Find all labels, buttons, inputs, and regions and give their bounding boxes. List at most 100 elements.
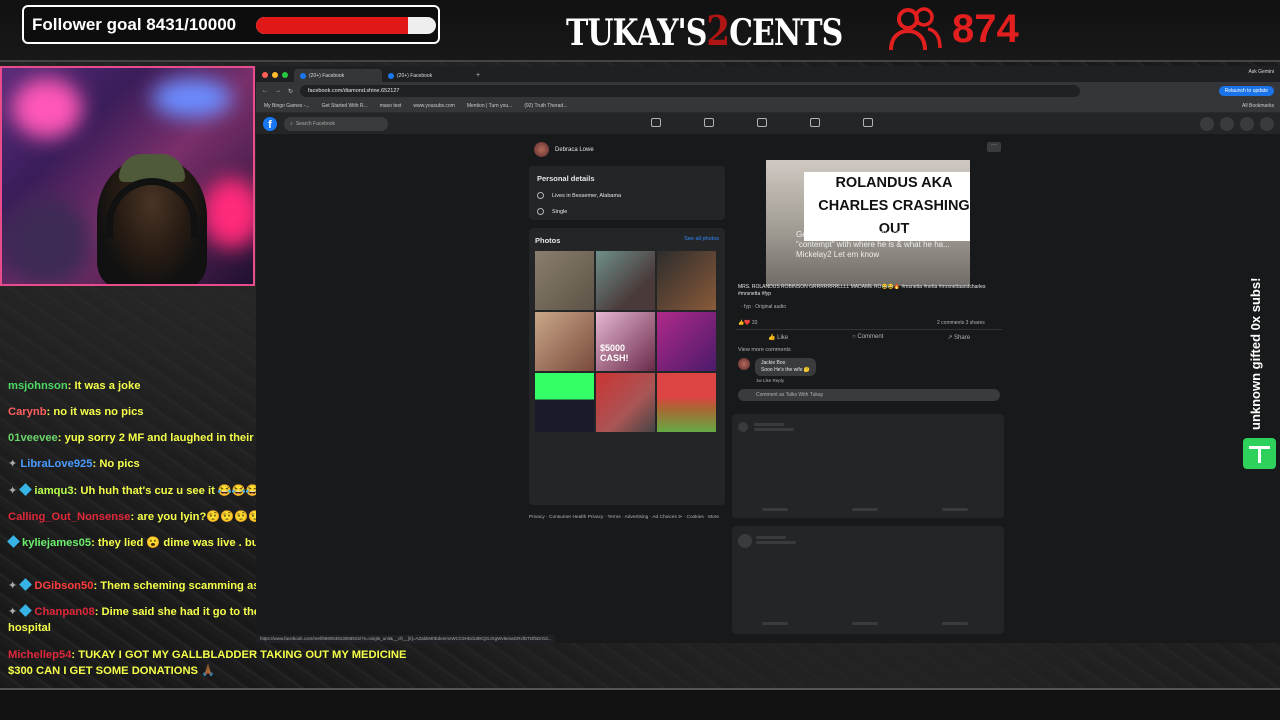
messenger-icon[interactable] xyxy=(1220,117,1234,131)
bookmark-item[interactable]: My Bingo Games -... xyxy=(264,103,310,109)
new-tab-button[interactable]: + xyxy=(470,72,486,82)
reel-video[interactable]: ROLANDUS AKA CHARLES CRASHING OUT Genia … xyxy=(766,160,970,286)
bookmark-item[interactable]: Get Started With R... xyxy=(322,103,368,109)
profile-name-row[interactable]: Debraca Lowe xyxy=(534,142,594,157)
profile-name: Debraca Lowe xyxy=(555,146,594,153)
gifted-subs-text: unknown gifted 0x subs! xyxy=(1248,277,1263,430)
megaphone-icon[interactable] xyxy=(810,118,820,127)
relaunch-button[interactable]: Relaunch to update xyxy=(1218,86,1274,96)
stream-top-bar: Follower goal 8431/10000 TUKAY'S2CENTS 8… xyxy=(0,0,1280,62)
photo-thumbnail[interactable]: $5000 CASH! xyxy=(596,312,655,371)
gaming-icon[interactable] xyxy=(863,118,873,127)
photo-cash-label: $5000 CASH! xyxy=(600,343,629,363)
see-all-photos-link[interactable]: See all photos xyxy=(684,236,719,245)
comment-input[interactable]: Comment as Talks With Tukay xyxy=(738,389,1000,401)
chat-username[interactable]: DGibson50 xyxy=(34,580,93,592)
photos-card: Photos See all photos $5000 CASH! xyxy=(529,228,725,505)
reload-icon[interactable]: ↻ xyxy=(288,88,293,95)
bookmark-item[interactable]: (92) Truth Therad... xyxy=(524,103,567,109)
tab-facebook-2[interactable]: (20+) Facebook xyxy=(382,69,470,82)
chat-username[interactable]: 01veevee xyxy=(8,432,58,444)
url-text: facebook.com/diamond.shine.652127 xyxy=(308,88,400,94)
more-options-button[interactable]: ··· xyxy=(987,142,1001,152)
forward-icon[interactable]: → xyxy=(275,88,281,94)
chat-badge-icon: ✦ xyxy=(8,580,18,592)
all-bookmarks-button[interactable]: All Bookmarks xyxy=(1242,103,1274,109)
sub-badge-icon xyxy=(19,604,33,617)
like-icon: 👍 xyxy=(767,335,778,341)
photo-thumbnail[interactable] xyxy=(657,373,716,432)
relationship-row: Single xyxy=(537,208,717,215)
reaction-number: 33 xyxy=(751,320,758,326)
logo-left: TUKAY'S xyxy=(566,12,707,55)
chat-username[interactable]: Chanpan08 xyxy=(34,606,94,618)
bookmark-item[interactable]: www.yousubs.com xyxy=(413,103,454,109)
cam-light-red xyxy=(202,178,253,248)
ask-gemini-button[interactable]: Ask Gemini xyxy=(1248,69,1274,75)
share-button[interactable]: ↗ Share xyxy=(947,334,970,341)
photo-thumbnail[interactable] xyxy=(657,251,716,310)
lives-in-text: Lives in Bessemer, Alabama xyxy=(552,192,622,199)
chat-username[interactable]: iamqu3 xyxy=(34,485,73,497)
skeleton-line xyxy=(754,423,784,426)
skeleton-avatar xyxy=(738,534,752,548)
footer-links[interactable]: Privacy · Consumer Health Privacy · Term… xyxy=(529,514,719,521)
post-audio[interactable]: · fyp · Original audio xyxy=(741,304,786,310)
photo-thumbnail[interactable] xyxy=(596,251,655,310)
view-more-comments-link[interactable]: View more comments xyxy=(738,347,791,353)
commenter-name[interactable]: Jackie Boo xyxy=(761,360,810,367)
flag-icon[interactable] xyxy=(704,118,714,127)
chat-username[interactable]: Michellep54 xyxy=(8,649,71,661)
profile-avatar[interactable] xyxy=(1260,117,1274,131)
tab-title: (20+) Facebook xyxy=(397,72,433,79)
comment-button[interactable]: ○ Comment xyxy=(852,334,883,341)
photo-thumbnail[interactable] xyxy=(657,312,716,371)
follower-goal-label: Follower goal 8431/10000 xyxy=(32,14,237,34)
chat-username[interactable]: LibraLove925 xyxy=(20,458,92,470)
facebook-logo-icon[interactable]: f xyxy=(263,116,277,131)
browser-window: (20+) Facebook (20+) Facebook + Ask Gemi… xyxy=(256,66,1280,643)
chat-username[interactable]: msjohnson xyxy=(8,380,68,392)
commenter-avatar[interactable] xyxy=(738,358,750,370)
facebook-search-input[interactable]: ⌕ Search Facebook xyxy=(284,116,388,131)
photo-thumbnail[interactable] xyxy=(596,373,655,432)
heart-icon xyxy=(537,208,544,215)
photo-thumbnail[interactable] xyxy=(535,312,594,371)
skeleton-line xyxy=(762,622,788,625)
stream-bottom-band xyxy=(0,688,1280,720)
back-icon[interactable]: ← xyxy=(262,88,268,94)
photo-thumbnail[interactable] xyxy=(535,251,594,310)
home-icon[interactable] xyxy=(651,118,661,127)
chat-text: : It was a joke xyxy=(67,380,141,392)
tab-facebook-1[interactable]: (20+) Facebook xyxy=(294,69,382,82)
close-window-icon[interactable] xyxy=(262,72,268,78)
chat-badge-icon: ✦ xyxy=(8,606,18,618)
address-bar[interactable]: facebook.com/diamond.shine.652127 xyxy=(300,85,1081,97)
comment-item: Jackie Boo Sooo He's the wife 🤔 xyxy=(738,358,817,376)
loading-post-skeleton xyxy=(732,526,1004,634)
chat-text: : no it was no pics xyxy=(46,406,144,418)
tab-strip: (20+) Facebook (20+) Facebook + Ask Gemi… xyxy=(256,66,1280,82)
minimize-window-icon[interactable] xyxy=(272,72,278,78)
chat-username[interactable]: Calling_Out_Nonsense xyxy=(8,511,130,523)
marketplace-icon[interactable] xyxy=(757,118,767,127)
comment-text: Sooo He's the wife 🤔 xyxy=(761,367,811,373)
maximize-window-icon[interactable] xyxy=(282,72,288,78)
chat-username[interactable]: kyliejames05 xyxy=(22,537,91,549)
bookmark-item[interactable]: maxo text xyxy=(380,103,402,109)
bookmark-item[interactable]: Mention | Turn you... xyxy=(467,103,513,109)
like-button[interactable]: 👍 Like xyxy=(768,334,788,341)
window-controls[interactable] xyxy=(258,72,294,82)
chat-message: Michellep54: TUKAY I GOT MY GALLBLADDER … xyxy=(8,647,428,679)
photo-thumbnail[interactable] xyxy=(535,373,594,432)
chat-username[interactable]: Carynb xyxy=(8,406,47,418)
comment-meta[interactable]: 1w Like Reply xyxy=(756,378,784,383)
chat-text: : are you lyin?🤨🤨🤨🤨🤨 xyxy=(130,511,276,523)
notifications-icon[interactable] xyxy=(1240,117,1254,131)
reaction-count[interactable]: 👍❤️ 33 xyxy=(738,320,757,326)
photo-grid: $5000 CASH! xyxy=(535,251,719,432)
follower-goal-fill xyxy=(256,17,408,34)
menu-grid-icon[interactable] xyxy=(1200,117,1214,131)
comment-share-counts[interactable]: 2 comments 3 shares xyxy=(937,320,985,326)
cam-light-pink xyxy=(12,78,82,138)
